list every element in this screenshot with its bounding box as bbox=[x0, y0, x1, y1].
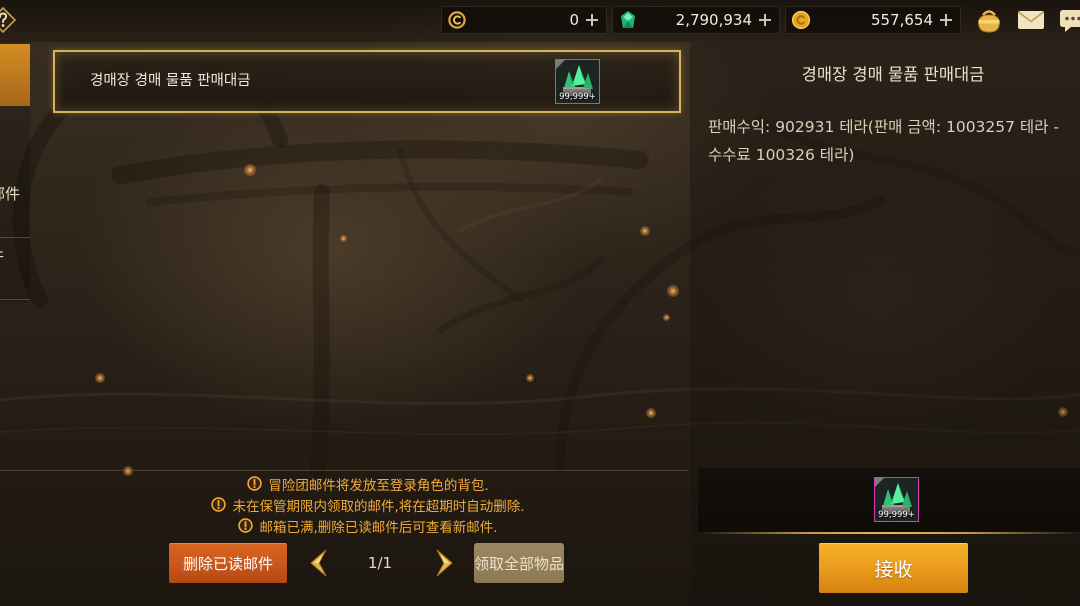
item-count: 99,999+ bbox=[559, 92, 596, 102]
detail-body-line: 판매수익: 902931 테라(판매 금액: 1003257 테라 - bbox=[708, 118, 1059, 136]
page-indicator: 1/1 bbox=[367, 554, 393, 572]
bokeh-light bbox=[95, 373, 105, 383]
mail-title: 경매장 경매 물품 판매대금 bbox=[90, 73, 251, 89]
bokeh-light bbox=[244, 164, 256, 176]
notice-line: 冒险团邮件将发放至登录角色的背包. bbox=[52, 473, 684, 494]
add-currency-button[interactable] bbox=[939, 13, 953, 27]
receive-button[interactable]: 接收 bbox=[819, 543, 968, 593]
chevron-left-icon[interactable] bbox=[308, 548, 328, 578]
bokeh-light bbox=[663, 314, 670, 321]
notice-text: 冒险团邮件将发放至登录角色的背包. bbox=[268, 477, 489, 494]
chat-icon bbox=[1060, 10, 1080, 32]
mail-list-item[interactable]: 경매장 경매 물품 판매대금 99,999+ bbox=[53, 50, 681, 113]
pouch-icon[interactable] bbox=[974, 7, 1004, 33]
sidebar-tab-label: 件 bbox=[0, 246, 4, 266]
mail-icon[interactable] bbox=[1016, 9, 1046, 31]
list-divider bbox=[0, 470, 688, 471]
currency-value: 2,790,934 bbox=[675, 11, 752, 29]
notice-text: 未在保管期限内领取的邮件,将在超期时自动删除. bbox=[232, 498, 525, 515]
bokeh-light bbox=[640, 226, 650, 236]
bokeh-light bbox=[526, 374, 534, 382]
sidebar-tab[interactable]: 件 bbox=[0, 237, 30, 300]
help-icon bbox=[0, 7, 16, 33]
delete-read-button[interactable]: 删除已读邮件 bbox=[169, 543, 287, 583]
item-count: 99,999+ bbox=[878, 510, 915, 520]
currency-value: 0 bbox=[569, 11, 579, 29]
chat-button[interactable] bbox=[1059, 8, 1080, 34]
mail-attachment-item[interactable]: 99,999+ bbox=[555, 59, 600, 104]
bokeh-light bbox=[667, 285, 679, 297]
bokeh-light bbox=[646, 408, 656, 418]
help-button[interactable] bbox=[0, 7, 16, 33]
green-gem-icon bbox=[621, 11, 635, 28]
sidebar-tab-label: 邮件 bbox=[0, 185, 21, 203]
detail-attachment-item[interactable]: 99,999+ bbox=[874, 477, 919, 522]
mail-notices: 冒险团邮件将发放至登录角色的背包. 未在保管期限内领取的邮件,将在超期时自动删除… bbox=[52, 473, 684, 536]
plus-icon bbox=[940, 14, 952, 26]
currency-pill-coin: 0 bbox=[441, 6, 607, 34]
exclamation-icon bbox=[238, 518, 254, 533]
add-currency-button[interactable] bbox=[758, 13, 772, 27]
exclamation-icon bbox=[247, 476, 263, 491]
detail-body: 판매수익: 902931 테라(판매 금액: 1003257 테라 - 수수료 … bbox=[708, 113, 1059, 169]
currency-value: 557,654 bbox=[870, 11, 933, 29]
coin-ring-icon bbox=[448, 11, 466, 29]
notice-text: 邮箱已满,删除已读邮件后可查看新邮件. bbox=[259, 519, 498, 536]
plus-icon bbox=[586, 14, 598, 26]
mail-detail-panel: 경매장 경매 물품 판매대금 판매수익: 902931 테라(판매 금액: 10… bbox=[690, 42, 1080, 606]
sidebar-tab[interactable]: 邮件 bbox=[0, 106, 30, 237]
mail-category-sidebar: 邮件 件 bbox=[0, 42, 30, 302]
attachment-divider bbox=[698, 532, 1080, 534]
detail-body-line: 수수료 100326 테라) bbox=[708, 146, 855, 164]
gold-coin-icon bbox=[791, 10, 811, 30]
detail-title: 경매장 경매 물품 판매대금 bbox=[801, 65, 985, 84]
claim-all-button[interactable]: 领取全部物品 bbox=[474, 543, 564, 583]
mail-screen: 0 2,790,934 557,654 件 경매장 경매 물품 판매대금 99,… bbox=[0, 0, 1080, 606]
notice-line: 邮箱已满,删除已读邮件后可查看新邮件. bbox=[52, 515, 684, 536]
sidebar-tab-active[interactable] bbox=[0, 44, 30, 106]
currency-pill-gold: 557,654 bbox=[785, 6, 961, 34]
attachment-strip: 99,999+ bbox=[698, 468, 1080, 532]
bokeh-light bbox=[340, 235, 347, 242]
plus-icon bbox=[759, 14, 771, 26]
chevron-right-icon[interactable] bbox=[435, 548, 455, 578]
exclamation-icon bbox=[211, 497, 227, 512]
top-bar: 0 2,790,934 557,654 bbox=[0, 0, 1080, 42]
add-currency-button[interactable] bbox=[585, 13, 599, 27]
currency-pill-gem: 2,790,934 bbox=[612, 6, 780, 34]
notice-line: 未在保管期限内领取的邮件,将在超期时自动删除. bbox=[52, 494, 684, 515]
